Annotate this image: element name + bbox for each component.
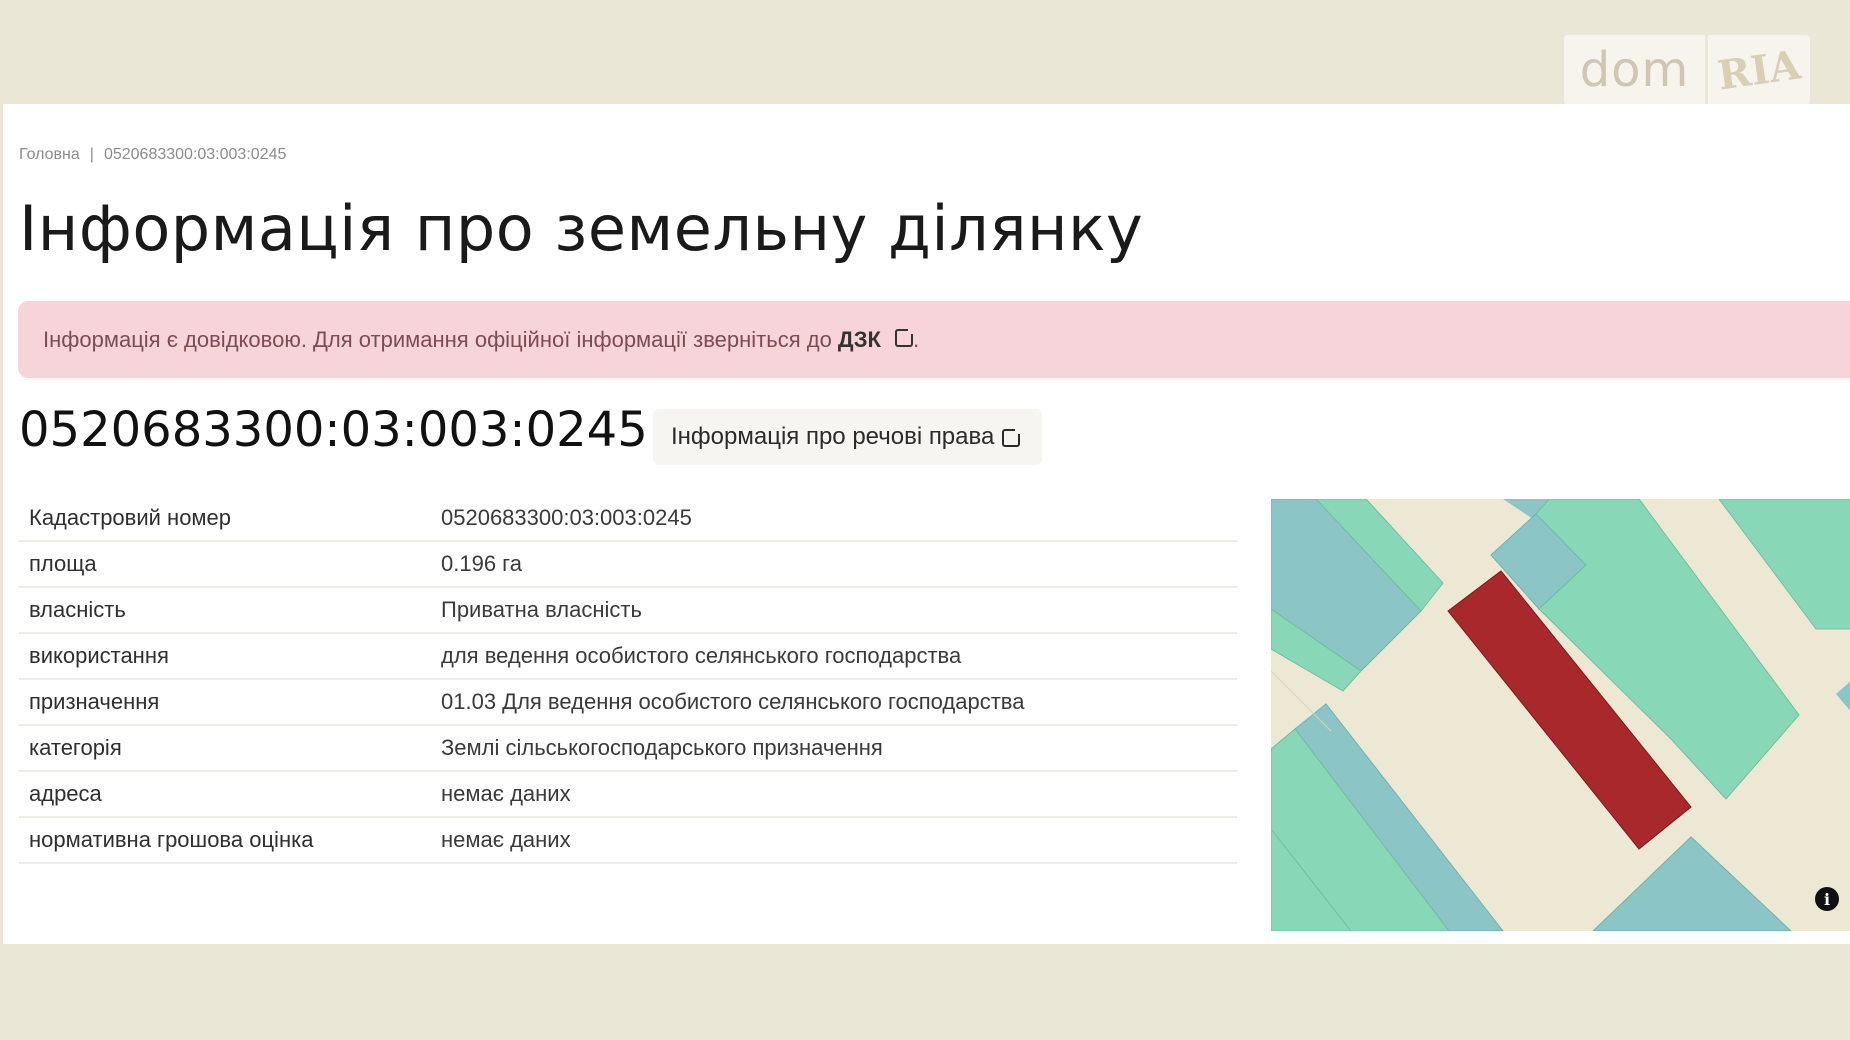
row-key: призначення (19, 679, 431, 726)
breadcrumb-home-link[interactable]: Головна (19, 146, 80, 164)
external-link-icon (1002, 426, 1024, 447)
watermark-dom: dom (1579, 42, 1690, 98)
row-value: Приватна власність (431, 587, 1237, 634)
property-rights-label: Інформація про речові права (671, 423, 995, 450)
row-value: 0.196 га (431, 541, 1237, 588)
row-key: категорія (19, 725, 431, 772)
table-row: призначення 01.03 Для ведення особистого… (19, 679, 1237, 726)
map-canvas[interactable] (1270, 498, 1850, 932)
row-key: використання (19, 633, 431, 680)
page-title: Інформація про земельну ділянку (19, 192, 1144, 265)
map-info-icon[interactable]: i (1815, 887, 1839, 911)
table-row: власність Приватна власність (19, 587, 1237, 634)
table-row: Кадастровий номер 0520683300:03:003:0245 (19, 496, 1237, 542)
info-alert: Інформація є довідковою. Для отримання о… (18, 301, 1850, 378)
row-key: власність (19, 587, 431, 634)
table-row: адреса немає даних (19, 771, 1237, 818)
row-value: для ведення особистого селянського госпо… (431, 633, 1237, 680)
table-row: категорія Землі сільськогосподарського п… (19, 725, 1237, 772)
external-link-icon (895, 325, 917, 347)
table-row: використання для ведення особистого селя… (19, 633, 1237, 680)
dzk-link-label: ДЗК (837, 326, 881, 352)
row-value: 0520683300:03:003:0245 (431, 496, 1237, 542)
row-key: площа (19, 541, 431, 588)
watermark-logo: dom RIA (1564, 35, 1810, 105)
breadcrumb: Головна | 0520683300:03:003:0245 (19, 146, 286, 164)
content-panel: Головна | 0520683300:03:003:0245 Інформа… (3, 104, 1850, 944)
row-key: адреса (19, 771, 431, 818)
row-value: немає даних (431, 817, 1237, 864)
parcel-info-table: Кадастровий номер 0520683300:03:003:0245… (19, 496, 1237, 864)
property-rights-button[interactable]: Інформація про речові права (653, 409, 1043, 465)
table-row: площа 0.196 га (19, 541, 1237, 588)
breadcrumb-current: 0520683300:03:003:0245 (103, 146, 287, 163)
row-value: немає даних (431, 771, 1237, 818)
breadcrumb-separator: | (89, 146, 94, 163)
parcel-map[interactable]: i (1270, 498, 1850, 932)
table-row: нормативна грошова оцінка немає даних (19, 817, 1237, 864)
row-value: Землі сільськогосподарського призначення (431, 725, 1237, 772)
watermark-ria: RIA (1714, 40, 1804, 100)
cadastral-number-title: 0520683300:03:003:0245 (19, 402, 648, 458)
dzk-link[interactable]: ДЗК (837, 325, 917, 353)
row-key: Кадастровий номер (19, 496, 431, 542)
alert-text: Інформація є довідковою. Для отримання о… (43, 326, 832, 352)
row-key: нормативна грошова оцінка (19, 817, 431, 864)
row-value: 01.03 Для ведення особистого селянського… (431, 679, 1237, 726)
